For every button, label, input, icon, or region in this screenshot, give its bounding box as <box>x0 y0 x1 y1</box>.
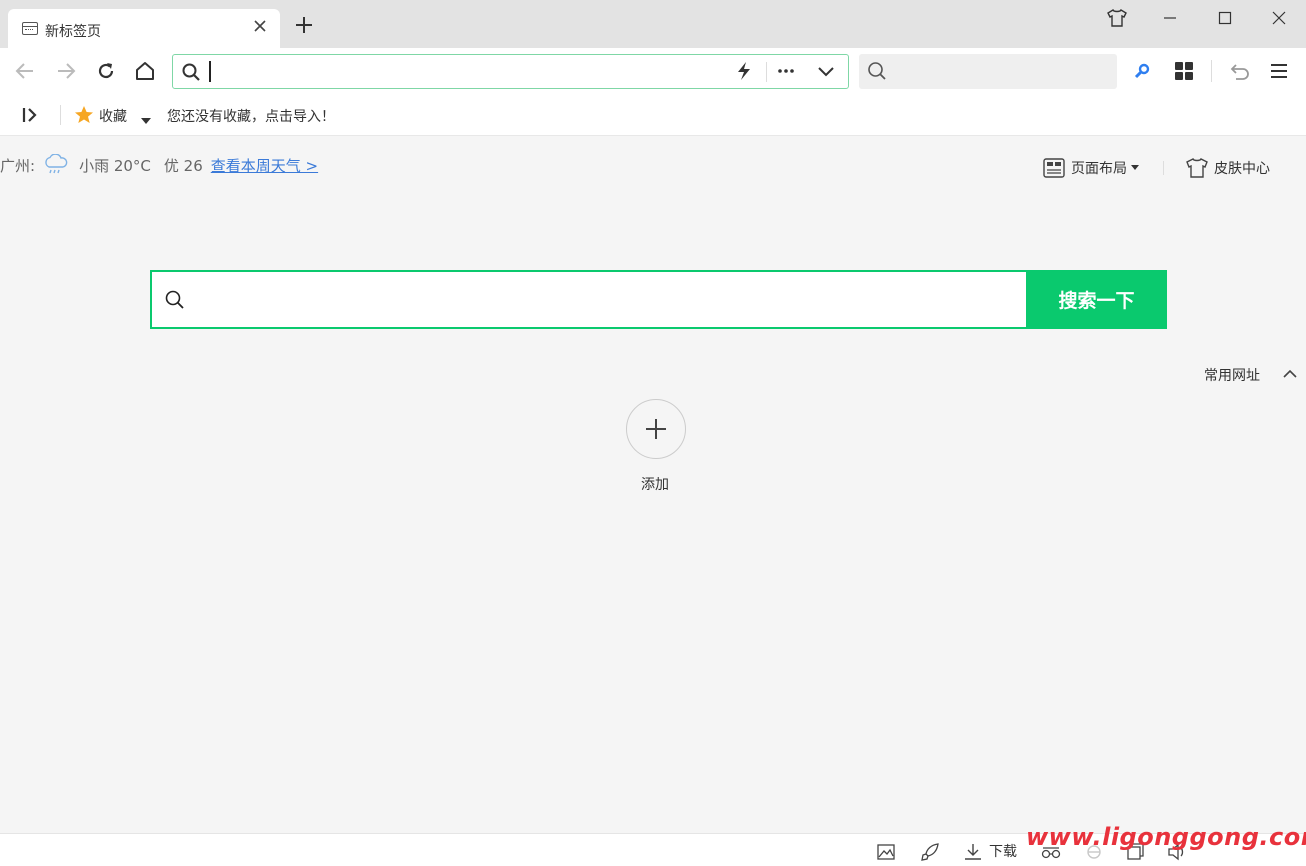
search-icon <box>867 61 887 85</box>
star-icon <box>74 105 94 129</box>
air-quality: 优 26 <box>163 156 203 175</box>
title-bar: 新标签页 <box>0 0 1306 48</box>
skin-shirt-icon <box>1107 9 1127 27</box>
page-layout-button[interactable]: 页面布局 <box>1043 157 1139 179</box>
url-divider <box>766 62 767 82</box>
main-search-box: 搜索一下 <box>150 270 1167 329</box>
skin-center-button[interactable]: 皮肤中心 <box>1186 157 1270 179</box>
toolbar-search-box[interactable] <box>859 54 1117 89</box>
bookmarks-bar: 收藏 您还没有收藏，点击导入！ <box>0 94 1306 136</box>
minimize-icon <box>1164 17 1176 19</box>
home-button[interactable] <box>132 58 158 84</box>
address-bar[interactable] <box>172 54 849 89</box>
window-close-button[interactable] <box>1265 6 1293 30</box>
address-input[interactable] <box>209 59 729 83</box>
page-layout-label: 页面布局 <box>1071 161 1127 177</box>
apps-grid-icon <box>1175 62 1193 80</box>
image-icon[interactable] <box>876 842 896 862</box>
weekly-weather-link[interactable]: 查看本周天气 > <box>211 155 318 176</box>
close-icon[interactable] <box>250 17 270 37</box>
tab-new-tab[interactable]: 新标签页 <box>8 9 280 48</box>
maximize-button[interactable] <box>1211 6 1239 30</box>
menu-button[interactable] <box>1266 58 1292 84</box>
undo-button[interactable] <box>1227 58 1253 84</box>
key-search-button[interactable] <box>1129 58 1155 84</box>
skin-button[interactable] <box>1103 6 1131 30</box>
minimize-button[interactable] <box>1156 6 1184 30</box>
window-close-icon <box>1272 11 1286 25</box>
sidebar-toggle-icon[interactable] <box>21 106 39 128</box>
add-site-button[interactable] <box>626 399 686 459</box>
chevron-up-icon[interactable] <box>1281 365 1299 387</box>
skin-center-label: 皮肤中心 <box>1214 161 1270 177</box>
dropdown-triangle-icon <box>1131 165 1139 171</box>
rocket-icon[interactable] <box>920 842 940 862</box>
tab-title: 新标签页 <box>45 24 101 40</box>
chevron-down-icon[interactable] <box>816 61 836 85</box>
plus-icon <box>296 17 312 33</box>
import-favorites-hint[interactable]: 您还没有收藏，点击导入！ <box>167 106 335 126</box>
controls-divider <box>1163 161 1164 175</box>
frequent-sites-label[interactable]: 常用网址 <box>1204 365 1260 385</box>
more-dots-icon[interactable] <box>776 61 796 85</box>
add-site-label: 添加 <box>641 477 669 493</box>
toolbar-divider <box>1211 60 1212 82</box>
main-search-input[interactable] <box>198 282 1018 318</box>
weather-widget: 广州: 小雨 20°C 优 26 查看本周天气 > <box>0 154 318 176</box>
lightning-icon[interactable] <box>735 61 753 85</box>
dropdown-triangle-icon[interactable] <box>141 111 151 130</box>
layout-icon <box>1043 158 1065 178</box>
download-icon[interactable] <box>963 842 983 862</box>
search-icon <box>165 290 185 314</box>
plus-icon <box>646 419 666 439</box>
reload-button[interactable] <box>93 58 119 84</box>
favorites-button[interactable]: 收藏 <box>99 106 127 126</box>
tab-page-icon <box>22 22 38 35</box>
back-button[interactable] <box>12 58 38 84</box>
rain-cloud-icon <box>43 154 69 176</box>
weather-city: 广州: <box>0 156 36 175</box>
new-tab-button[interactable] <box>292 15 316 39</box>
apps-button[interactable] <box>1171 58 1197 84</box>
search-button[interactable]: 搜索一下 <box>1026 270 1167 329</box>
home-icon <box>136 62 154 80</box>
weather-condition: 小雨 20°C <box>79 156 151 175</box>
search-icon <box>181 62 201 86</box>
key-search-icon <box>1134 63 1150 79</box>
text-caret <box>209 61 211 82</box>
watermark: www.ligonggong.com <box>1026 823 1306 851</box>
menu-icon <box>1271 64 1287 78</box>
maximize-icon <box>1218 11 1232 25</box>
reload-icon <box>98 63 114 79</box>
skin-shirt-icon <box>1186 158 1208 178</box>
bookmarks-divider <box>60 105 61 125</box>
forward-button[interactable] <box>53 58 79 84</box>
back-arrow-icon <box>15 63 33 79</box>
download-label[interactable]: 下载 <box>989 841 1017 861</box>
navigation-toolbar <box>0 48 1306 94</box>
undo-icon <box>1230 64 1249 80</box>
forward-arrow-icon <box>58 63 76 79</box>
